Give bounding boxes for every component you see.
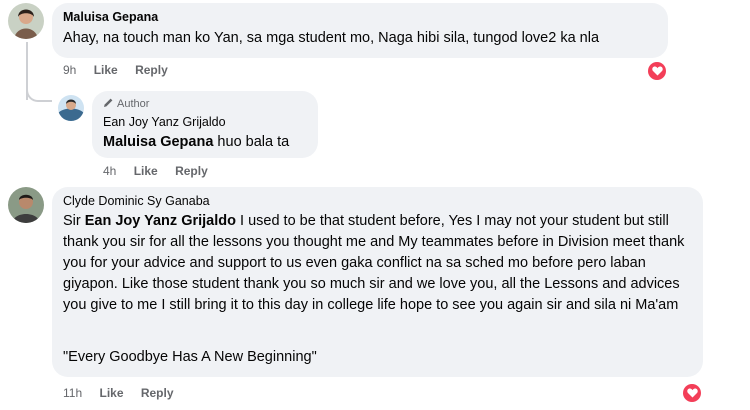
comment-author[interactable]: Maluisa Gepana [63,10,158,24]
reply-button[interactable]: Reply [175,164,208,178]
heart-icon [686,388,698,398]
comment-bubble: Clyde Dominic Sy Ganaba Sir Ean Joy Yanz… [52,187,703,377]
mention-link[interactable]: Ean Joy Yanz Grijaldo [85,213,236,229]
comment-actions: 4h Like Reply [103,164,222,178]
comment-text-prefix: Sir [63,213,85,229]
avatar-image [8,187,44,223]
pencil-icon [104,98,113,107]
comment-actions: 11h Like Reply [63,386,188,400]
comment-actions: 9h Like Reply [63,63,182,77]
comment-timestamp[interactable]: 4h [103,164,116,178]
comment-text: Maluisa Gepana huo bala ta [103,132,289,153]
like-button[interactable]: Like [94,63,118,77]
avatar-image [8,3,44,39]
reply-bubble: Author Ean Joy Yanz Grijaldo Maluisa Gep… [92,91,318,158]
love-reaction-icon[interactable] [648,62,666,80]
comment-text: Ahay, na touch man ko Yan, sa mga studen… [63,30,600,46]
avatar[interactable] [8,3,44,39]
comment-text: Sir Ean Joy Yanz Grijaldo I used to be t… [63,211,693,316]
thread-line-elbow [26,86,52,102]
comment-author[interactable]: Ean Joy Yanz Grijaldo [103,115,226,129]
heart-icon [651,66,663,76]
comment-author[interactable]: Clyde Dominic Sy Ganaba [63,194,210,208]
author-badge-label: Author [117,98,150,110]
comment-quote: "Every Goodbye Has A New Beginning" [63,349,317,365]
comment-text-rest: huo bala ta [213,134,290,150]
reply-button[interactable]: Reply [135,63,168,77]
love-reaction-icon[interactable] [683,384,701,402]
avatar-image [58,95,84,121]
like-button[interactable]: Like [99,386,123,400]
comment-timestamp[interactable]: 11h [63,386,82,400]
comment-timestamp[interactable]: 9h [63,63,76,77]
author-badge: Author [103,97,149,110]
avatar[interactable] [8,187,44,223]
comment-bubble: Maluisa Gepana Ahay, na touch man ko Yan… [52,3,668,58]
reply-button[interactable]: Reply [141,386,174,400]
mention-link[interactable]: Maluisa Gepana [103,134,213,150]
like-button[interactable]: Like [134,164,158,178]
avatar[interactable] [58,95,84,121]
